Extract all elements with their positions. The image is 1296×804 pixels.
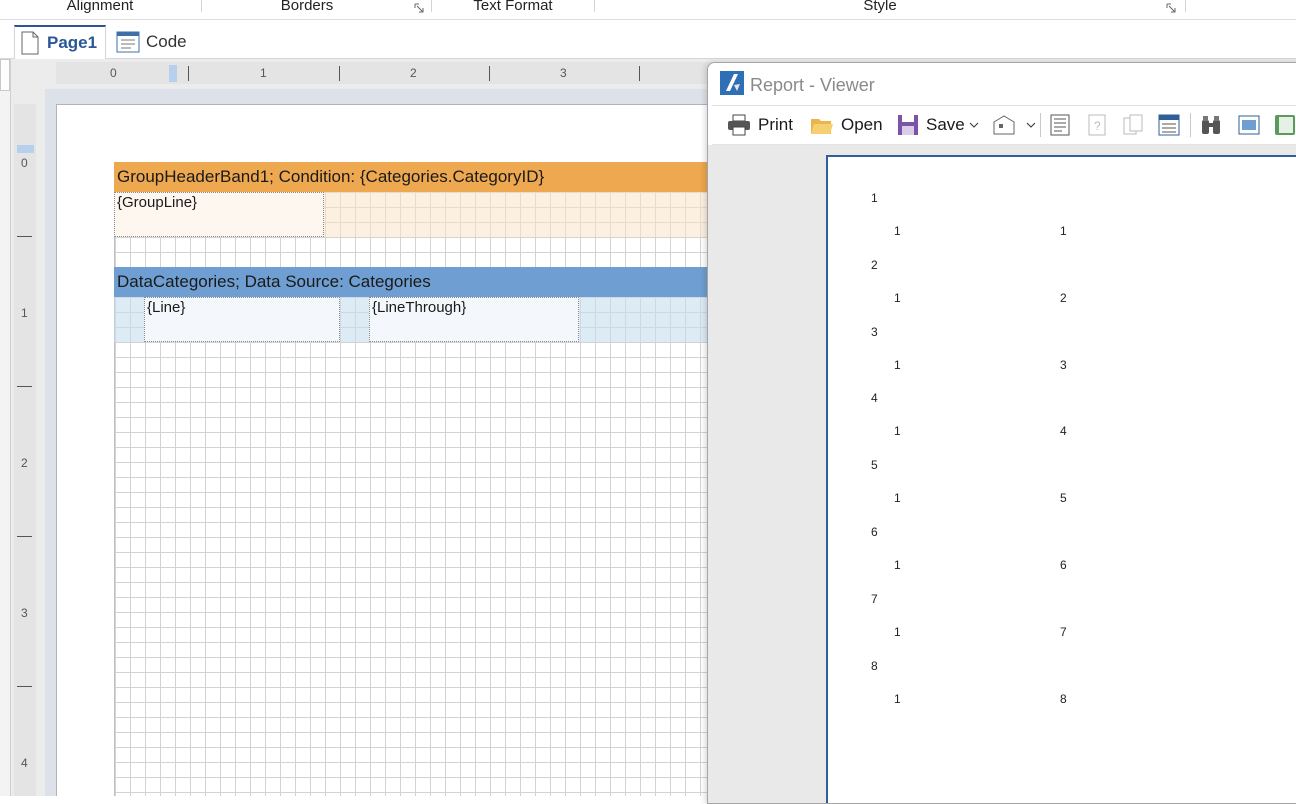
open-button[interactable]: Open — [810, 113, 883, 137]
horizontal-ruler: 0 1 2 3 — [56, 62, 756, 84]
preview-line-value: 1 — [894, 357, 901, 372]
preview-group-value: 3 — [871, 324, 878, 339]
group-header-band-title[interactable]: GroupHeaderBand1; Condition: {Categories… — [114, 162, 764, 192]
copy-page-icon[interactable] — [1122, 114, 1144, 136]
ribbon-separator — [1185, 0, 1186, 12]
preview-group-value: 5 — [871, 458, 878, 473]
ruler-label: 1 — [260, 66, 267, 80]
ruler-label: 0 — [21, 156, 28, 170]
ribbon-groups: Alignment Borders Text Format Style — [0, 0, 1296, 20]
style-dialog-launcher-icon[interactable] — [1166, 0, 1176, 13]
ruler-label: 4 — [21, 756, 28, 770]
continuous-page-icon[interactable] — [1274, 114, 1296, 136]
send-icon — [993, 115, 1015, 135]
preview-line-through-value: 4 — [1060, 424, 1067, 439]
layout-icon[interactable] — [1158, 114, 1180, 136]
gutter-marker — [0, 59, 10, 91]
ruler-tick — [17, 236, 32, 237]
chevron-down-icon — [969, 122, 979, 128]
preview-line-value: 1 — [894, 691, 901, 706]
single-page-icon[interactable] — [1238, 114, 1260, 136]
design-grid[interactable] — [114, 162, 765, 796]
borders-dialog-launcher-icon[interactable] — [414, 0, 424, 13]
toolbar-separator — [1040, 113, 1041, 137]
ruler-tick — [17, 386, 32, 387]
preview-line-value: 1 — [894, 290, 901, 305]
group-line-textbox[interactable]: {GroupLine} — [114, 192, 324, 237]
ruler-tick — [489, 66, 490, 81]
report-page[interactable]: GroupHeaderBand1; Condition: {Categories… — [56, 104, 765, 796]
viewer-title: Report - Viewer — [750, 75, 875, 95]
preview-group-value: 6 — [871, 525, 878, 539]
print-button[interactable]: Print — [727, 113, 793, 137]
viewer-title-bar[interactable]: Report - Viewer — [708, 63, 1296, 105]
ruler-label: 2 — [410, 66, 417, 80]
preview-line-through-value: 5 — [1060, 491, 1067, 506]
preview-line-through-value: 2 — [1060, 290, 1067, 305]
tab-code-label: Code — [146, 31, 187, 51]
preview-line-value: 1 — [894, 224, 901, 238]
ruler-tick — [188, 66, 189, 81]
folder-open-icon — [811, 119, 833, 134]
save-label: Save — [926, 115, 965, 134]
preview-line-through-value: 7 — [1060, 624, 1067, 639]
preview-line-value: 1 — [894, 558, 901, 572]
ruler-tick — [639, 66, 640, 81]
preview-line-through-value: 3 — [1060, 357, 1067, 372]
preview-group-value: 1 — [871, 191, 878, 205]
preview-page: 1 1 1 2 1 2 3 1 3 4 1 4 5 1 5 6 1 6 7 1 7 8 1 8 — [826, 155, 1296, 803]
viewer-preview-area[interactable]: 1 1 1 2 1 2 3 1 3 4 1 4 5 1 5 6 1 6 7 1 7 8 1 8 — [708, 145, 1296, 803]
ruler-position-marker — [169, 65, 177, 82]
ribbon-group-borders: Borders — [280, 0, 334, 14]
toolbar-separator — [1190, 113, 1191, 137]
ruler-label: 0 — [110, 66, 117, 80]
ribbon-group-alignment: Alignment — [66, 0, 134, 14]
ruler-label: 2 — [21, 456, 28, 470]
send-email-button[interactable] — [992, 113, 1044, 137]
svg-text:?: ? — [1094, 119, 1101, 133]
ribbon-group-text-format: Text Format — [473, 0, 553, 14]
ruler-label: 3 — [560, 66, 567, 80]
page-setup-icon[interactable] — [1049, 114, 1071, 136]
tab-code[interactable]: Code — [116, 26, 187, 57]
binoculars-icon[interactable] — [1200, 114, 1222, 136]
save-button[interactable]: Save — [897, 113, 987, 137]
tab-page1[interactable]: Page1 — [14, 25, 107, 59]
preview-group-value: 4 — [871, 391, 878, 406]
code-icon — [116, 31, 140, 52]
preview-line-through-value: 8 — [1060, 691, 1067, 706]
preview-line-value: 1 — [894, 424, 901, 439]
line-through-textbox[interactable]: {LineThrough} — [369, 297, 579, 342]
preview-group-value: 7 — [871, 591, 878, 606]
floppy-disk-icon — [898, 115, 918, 135]
open-label: Open — [841, 115, 883, 134]
page-tabs: Page1 Code — [0, 20, 1296, 59]
ruler-tick — [17, 536, 32, 537]
ribbon-group-style: Style — [863, 0, 897, 14]
help-icon[interactable]: ? — [1086, 114, 1108, 136]
ruler-label: 3 — [21, 606, 28, 620]
preview-line-through-value: 1 — [1060, 224, 1067, 238]
ruler-label: 1 — [21, 306, 28, 320]
viewer-toolbar: Print Open Save ? — [712, 105, 1296, 145]
print-label: Print — [758, 115, 793, 134]
vertical-ruler: 0 1 2 3 4 — [14, 104, 36, 796]
page-icon — [21, 31, 39, 55]
report-viewer-window[interactable]: Report - Viewer Print Open Save ? 1 1 1 2 1… — [707, 62, 1296, 804]
preview-group-value: 2 — [871, 257, 878, 272]
line-textbox[interactable]: {Line} — [144, 297, 340, 342]
preview-line-value: 1 — [894, 491, 901, 506]
ruler-tick — [339, 66, 340, 81]
data-band-title[interactable]: DataCategories; Data Source: Categories — [114, 267, 764, 297]
preview-line-value: 1 — [894, 624, 901, 639]
preview-group-value: 8 — [871, 658, 878, 673]
preview-line-through-value: 6 — [1060, 558, 1067, 572]
report-logo-icon — [720, 71, 744, 95]
left-gutter — [0, 59, 11, 796]
ruler-position-marker — [17, 145, 34, 153]
tab-page1-label: Page1 — [47, 33, 98, 52]
chevron-down-icon — [1026, 122, 1036, 128]
ruler-tick — [17, 686, 32, 687]
printer-icon — [728, 114, 750, 136]
